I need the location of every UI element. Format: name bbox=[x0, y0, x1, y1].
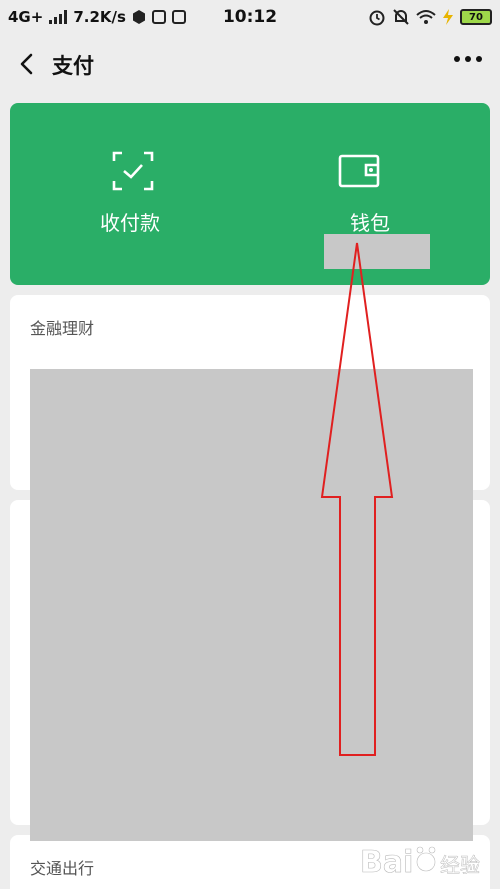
redacted-content bbox=[30, 369, 473, 841]
receive-pay-label: 收付款 bbox=[100, 211, 160, 235]
watermark-suffix: 经验 bbox=[440, 853, 480, 877]
charging-icon bbox=[443, 9, 453, 25]
wifi-icon bbox=[416, 10, 436, 24]
baidu-watermark: Bai 经验 bbox=[360, 836, 490, 884]
back-arrow-icon[interactable] bbox=[14, 50, 42, 78]
receive-pay-button[interactable]: 收付款 bbox=[10, 103, 250, 285]
pay-header-card: 收付款 钱包 bbox=[10, 103, 490, 285]
transport-title: 交通出行 bbox=[30, 859, 95, 878]
battery-level: 70 bbox=[469, 11, 483, 23]
mute-icon bbox=[393, 9, 409, 25]
nav-bar: 支付 bbox=[0, 36, 500, 94]
battery-icon: 70 bbox=[460, 9, 492, 25]
redacted-balance bbox=[324, 234, 430, 269]
status-right: 70 bbox=[368, 8, 492, 26]
page-title: 支付 bbox=[52, 54, 94, 78]
status-bar: 4G+ 7.2K/s 10:12 70 bbox=[0, 0, 500, 36]
paw-logo-icon: Bai 经验 bbox=[360, 845, 481, 881]
scan-qr-icon bbox=[112, 151, 154, 191]
wallet-label: 钱包 bbox=[350, 211, 390, 235]
more-options-icon[interactable] bbox=[454, 56, 482, 62]
alarm-icon bbox=[369, 10, 385, 26]
watermark-brand: Bai bbox=[360, 845, 413, 880]
finance-title: 金融理财 bbox=[30, 319, 95, 338]
wallet-icon bbox=[338, 154, 380, 188]
